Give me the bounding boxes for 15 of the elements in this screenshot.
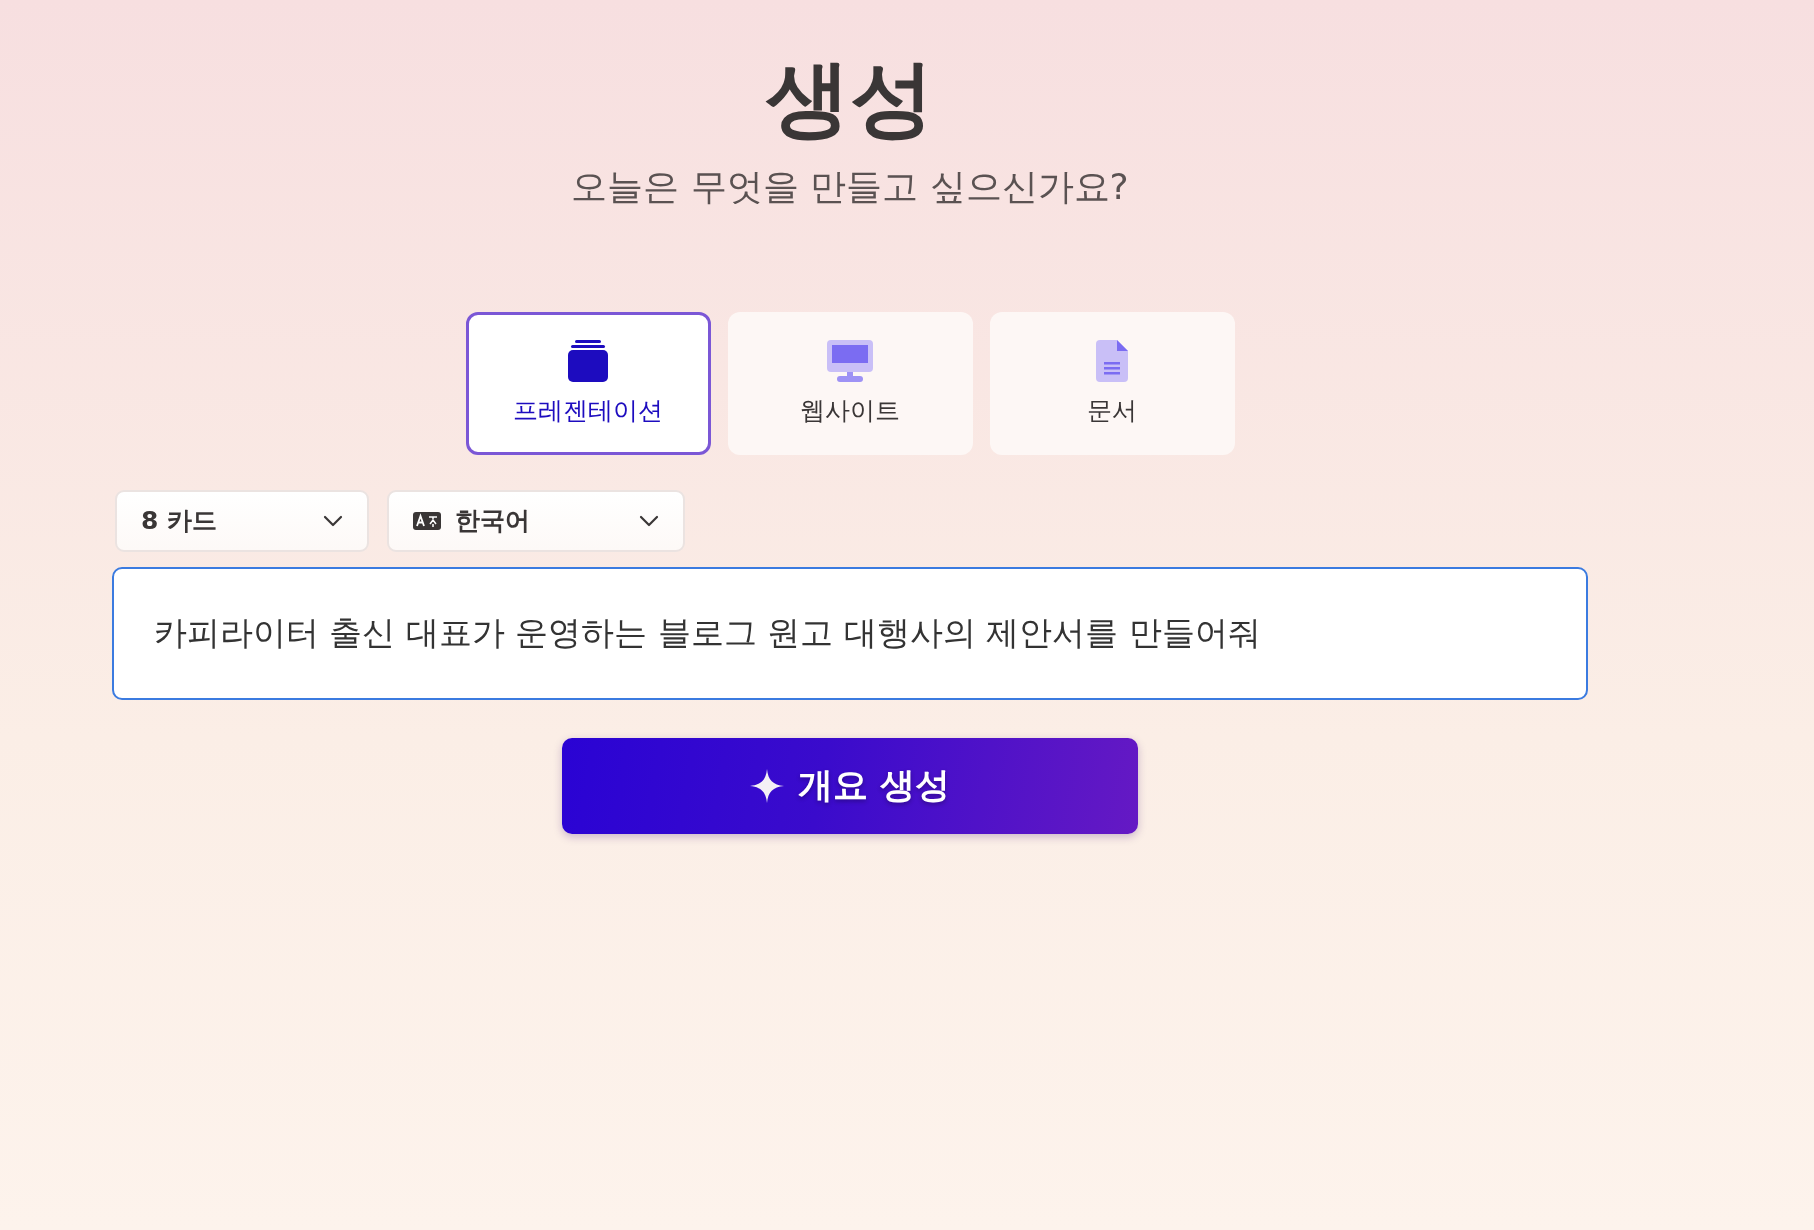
card-count-dropdown[interactable]: 8 카드	[115, 489, 369, 552]
chevron-down-icon	[323, 514, 343, 527]
document-icon	[1096, 339, 1128, 382]
type-tab[interactable]: 프레젠테이션	[465, 311, 711, 455]
monitor-icon	[827, 339, 873, 382]
type-tab[interactable]: 문서	[989, 311, 1235, 455]
translate-icon	[413, 511, 441, 530]
stack-icon	[567, 339, 609, 382]
chevron-down-icon	[639, 514, 659, 527]
language-dropdown[interactable]: 한국어	[387, 489, 685, 552]
generate-outline-button[interactable]: 개요 생성	[562, 737, 1138, 834]
page-title: 생성	[766, 48, 934, 149]
type-tab[interactable]: 웹사이트	[727, 311, 973, 455]
prompt-field[interactable]: 카피라이터 출신 대표가 운영하는 블로그 원고 대행사의 제안서를 만들어줘	[112, 566, 1588, 700]
page-subtitle: 오늘은 무엇을 만들고 싶으신가요?	[571, 164, 1129, 209]
